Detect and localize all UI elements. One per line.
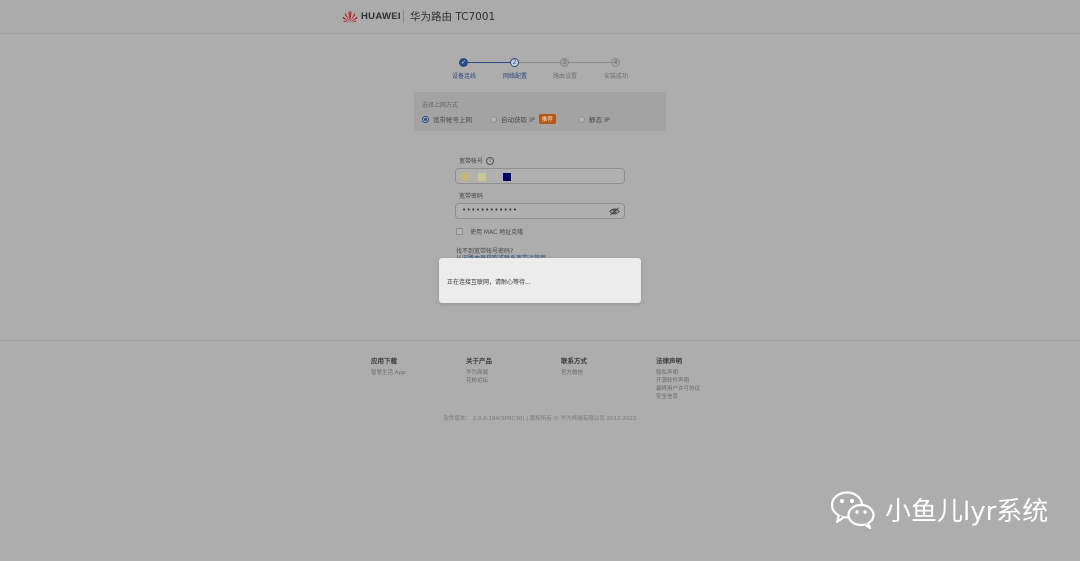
footer-link[interactable]: 花粉论坛 [466,377,492,385]
password-input[interactable]: •••••••••••• [455,203,625,219]
info-icon[interactable]: i [486,156,495,165]
step-2-indicator: 2 [510,58,519,67]
account-label: 宽带帐号 [459,158,484,165]
page-title: 华为路由 TC7001 [410,11,496,23]
step-connector [468,62,511,63]
watermark-text: 小鱼儿lyr系统 [885,496,1049,527]
recommended-badge: 推荐 [538,114,556,124]
footer-link[interactable]: 安全信息 [656,393,700,401]
step-2-label: 网络配置 [502,73,527,80]
footer-column-legal: 法律声明 隐私声明 开源软件声明 最终用户许可协议 安全信息 [656,355,700,401]
radio-dhcp[interactable]: 自动获取 IP 推荐 [490,114,556,124]
footer-column-download: 应用下载 智慧生活 App [371,355,406,377]
top-header: HUAWEI 华为路由 TC7001 [0,0,1080,34]
footer-link[interactable]: 官方微信 [561,369,587,377]
footer-heading: 应用下载 [371,357,397,365]
step-1-check-icon: ✓ [459,58,468,67]
account-input[interactable] [455,168,625,184]
footer-link[interactable]: 华为商城 [466,369,492,377]
radio-label: 静态 IP [589,116,610,124]
copyright-text: 软件版本： 2.0.0.194(SP8C30) | 版权所有 © 华为终端有限公… [443,416,637,422]
connection-type-title: 选择上网方式 [422,102,459,109]
step-3-label: 路由设置 [552,73,577,80]
footer-column-product: 关于产品 华为商城 花粉论坛 [466,355,492,385]
footer-heading: 法律声明 [656,357,682,365]
step-1-label: 设备连线 [451,73,476,80]
footer-divider [0,340,1080,341]
footer-link[interactable]: 最终用户许可协议 [656,385,700,393]
footer-column-contact: 联系方式 官方微信 [561,355,587,377]
footer-heading: 联系方式 [561,357,587,365]
setup-stepper: ✓ 2 3 4 设备连线 网络配置 路由设置 安装成功 [440,57,640,81]
loading-message: 正在连接互联网，请耐心等待... [447,279,531,286]
eye-hidden-icon[interactable] [609,207,620,216]
mac-clone-label: 使用 MAC 地址克隆 [470,229,524,236]
connection-type-panel: 选择上网方式 宽带帐号上网 自动获取 IP 推荐 静态 IP [414,92,666,131]
radio-static-ip[interactable]: 静态 IP [578,114,610,124]
watermark: 小鱼儿lyr系统 [830,488,1048,530]
radio-pppoe[interactable]: 宽带帐号上网 [422,114,472,124]
step-3-indicator: 3 [560,58,569,67]
step-4-indicator: 4 [611,58,620,67]
step-connector [519,62,561,63]
footer-heading: 关于产品 [466,357,492,365]
redacted-swatch [503,173,511,181]
step-connector [569,62,612,63]
redacted-swatch [478,173,486,181]
account-label-row: 宽带帐号 i [459,156,495,165]
header-divider [403,10,404,23]
password-label-row: 宽带密码 [459,191,483,200]
brand-name: HUAWEI [361,11,401,22]
radio-label: 自动获取 IP [501,116,535,124]
radio-button[interactable] [422,115,429,123]
radio-label: 宽带帐号上网 [433,116,472,124]
loading-dialog: 正在连接互联网，请耐心等待... [439,258,641,303]
radio-button[interactable] [578,115,585,123]
footer-link[interactable]: 智慧生活 App [371,369,406,377]
step-4-label: 安装成功 [603,73,628,80]
password-value: •••••••••••• [462,206,518,214]
footer-link[interactable]: 隐私声明 [656,369,700,377]
wechat-icon [830,491,875,529]
mac-clone-option[interactable]: 使用 MAC 地址克隆 [456,227,523,236]
footer-link[interactable]: 开源软件声明 [656,377,700,385]
password-label: 宽带密码 [459,193,484,200]
mac-clone-checkbox[interactable] [456,228,463,235]
redacted-swatch [461,173,469,181]
huawei-logo-icon [342,10,358,23]
radio-button[interactable] [490,115,497,123]
